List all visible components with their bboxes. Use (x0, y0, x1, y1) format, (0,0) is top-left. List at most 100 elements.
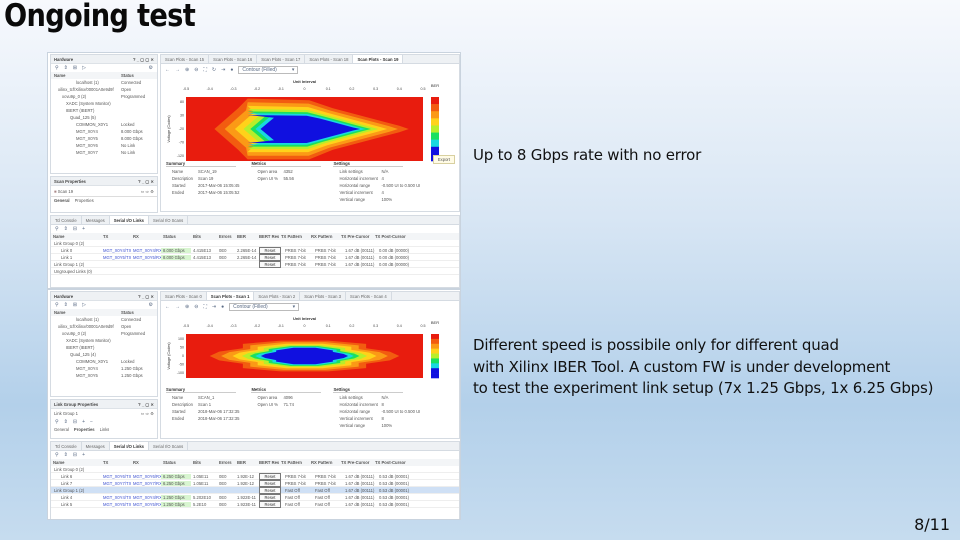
tab[interactable]: Messages (82, 442, 110, 450)
add-icon[interactable]: + (82, 452, 85, 458)
tab-links[interactable]: Links (100, 427, 110, 432)
group-icon[interactable]: ⊟ (73, 452, 77, 458)
collapse-icon[interactable]: ⇕ (64, 302, 68, 308)
pattern-select[interactable]: Fast Off (313, 502, 343, 507)
group-icon[interactable]: ⊟ (73, 419, 77, 425)
remove-icon[interactable]: − (90, 419, 93, 425)
reset-button[interactable]: Reset (259, 472, 281, 480)
tab[interactable]: Tcl Console (51, 442, 82, 450)
search-icon[interactable]: ⚲ (55, 419, 59, 425)
expand-icon[interactable]: ⊞ (73, 302, 77, 308)
tab[interactable]: Scan Plots - Scan 4 (346, 292, 392, 300)
column-header[interactable]: Name (51, 234, 101, 239)
add-icon[interactable]: + (82, 226, 85, 232)
tab-general[interactable]: General (54, 427, 69, 432)
tab[interactable]: Tcl Console (51, 216, 82, 224)
tree-row[interactable]: XADC (System Monitor) (51, 337, 157, 344)
column-header[interactable]: BERT Reset (257, 234, 279, 239)
pattern-select[interactable]: PRBS 7-bit (313, 255, 343, 260)
pattern-select[interactable]: PRBS 7-bit (283, 262, 313, 267)
panel-window-controls[interactable]: ? _ ▢ ✕ (138, 294, 154, 299)
table-row[interactable]: Link 6 MGT_X0Y6/TX MGT_X0Y6/RX 6.250 Gbps 1.… (51, 472, 459, 480)
reset-button[interactable]: Reset (259, 493, 281, 501)
pattern-select[interactable]: Fast Off (313, 488, 343, 493)
settings-icon[interactable]: ⚙ (149, 65, 153, 71)
search-icon[interactable]: ⚲ (55, 65, 59, 71)
run-icon[interactable]: ▷ (82, 302, 86, 308)
tree-row[interactable]: COMMON_X0Y1 Locked (51, 358, 157, 365)
fit-icon[interactable]: ⛶ (203, 304, 207, 310)
pattern-select[interactable]: PRBS 7-bit (283, 481, 313, 486)
pattern-select[interactable]: 1.67 dB (00111) (343, 262, 377, 267)
nav-arrows[interactable]: ⇦ ⇨ ⚙ (141, 189, 157, 194)
tab[interactable]: Messages (82, 216, 110, 224)
tree-row[interactable]: localhost (1) Connected (51, 316, 157, 323)
tab[interactable]: Scan Plots - Scan 18 (305, 55, 354, 63)
tree-row[interactable]: Quad_125 (4) (51, 351, 157, 358)
table-row[interactable]: Link 0 MGT_X0Y4/TX MGT_X0Y4/RX 8.000 Gbps 4.… (51, 246, 459, 254)
tree-row[interactable]: MGT_X0Y7 No Link (51, 149, 157, 156)
collapse-icon[interactable]: ⇕ (64, 226, 68, 232)
tree-row[interactable]: XADC (System Monitor) (51, 100, 157, 107)
table-row[interactable]: Link 7 MGT_X0Y7/TX MGT_X0Y7/RX 6.250 Gbps 1.… (51, 479, 459, 487)
fit-icon[interactable]: ⛶ (203, 67, 207, 73)
table-row[interactable]: Link Group 0 (2) (51, 466, 459, 473)
export-button[interactable]: Export (432, 155, 455, 164)
zoom-in-icon[interactable]: ⊕ (185, 67, 189, 73)
tab-properties[interactable]: Properties (75, 198, 94, 203)
reset-button[interactable]: Reset (259, 479, 281, 487)
forward-icon[interactable]: → (175, 304, 180, 310)
panel-window-controls[interactable]: ? _ ▢ ✕ (138, 179, 154, 184)
pattern-select[interactable]: PRBS 7-bit (313, 481, 343, 486)
zoom-out-icon[interactable]: ⊖ (194, 67, 198, 73)
column-header[interactable]: TX Pre-Cursor (339, 460, 373, 465)
table-row[interactable]: Link Group 1 (2) Reset PRBS 7-bit PRBS 7-bi… (51, 260, 459, 268)
tree-row[interactable]: xilinx_tcf/Xilinx/00001A0e9d9f Open (51, 86, 157, 93)
pattern-select[interactable]: PRBS 7-bit (313, 474, 343, 479)
tab[interactable]: Scan Plots - Scan 3 (300, 292, 346, 300)
tree-row[interactable]: MGT_X0Y4 8.000 Gbps (51, 128, 157, 135)
column-header[interactable]: Status (161, 460, 191, 465)
pattern-select[interactable]: PRBS 7-bit (283, 255, 313, 260)
pattern-select[interactable]: PRBS 7-bit (283, 474, 313, 479)
forward-icon[interactable]: → (175, 67, 180, 73)
tree-row[interactable]: MGT_X0Y5 1.250 Gbps (51, 372, 157, 379)
column-header[interactable]: BERT Reset (257, 460, 279, 465)
pattern-select[interactable]: 1.67 dB (00111) (343, 481, 377, 486)
table-row[interactable]: Link 5 MGT_X0Y5/TX MGT_X0Y5/RX 1.250 Gbps 5.… (51, 500, 459, 508)
collapse-icon[interactable]: ⇕ (64, 452, 68, 458)
col-name[interactable]: Name (51, 310, 121, 315)
column-header[interactable]: Errors (217, 234, 235, 239)
export-icon[interactable]: ⇥ (221, 67, 225, 73)
table-row[interactable]: Link 4 MGT_X0Y4/TX MGT_X0Y4/RX 1.250 Gbps 5.… (51, 493, 459, 501)
panel-window-controls[interactable]: ? _ ▢ ✕ (138, 402, 154, 407)
column-header[interactable]: TX Post-Cursor (373, 234, 407, 239)
col-name[interactable]: Name (51, 73, 121, 78)
column-header[interactable]: RX Pattern (309, 460, 339, 465)
pattern-select[interactable]: 1.67 dB (00111) (343, 474, 377, 479)
group-icon[interactable]: ⊟ (73, 226, 77, 232)
pattern-select[interactable]: Fast Off (313, 495, 343, 500)
pattern-select[interactable]: Fast Off (283, 502, 313, 507)
tab[interactable]: Serial I/O Links (109, 442, 150, 450)
tab[interactable]: Scan Plots - Scan 15 (161, 55, 210, 63)
tab[interactable]: Serial I/O Scans (149, 442, 189, 450)
pattern-select[interactable]: 1.67 dB (00111) (343, 255, 377, 260)
tree-row[interactable]: MGT_X0Y6 No Link (51, 142, 157, 149)
zoom-out-icon[interactable]: ⊖ (194, 304, 198, 310)
pattern-select[interactable]: PRBS 7-bit (313, 262, 343, 267)
pattern-select[interactable]: 1.67 dB (00111) (343, 248, 377, 253)
expand-icon[interactable]: ⊞ (73, 65, 77, 71)
table-row[interactable]: Ungrouped Links (0) (51, 268, 459, 275)
collapse-icon[interactable]: ⇕ (64, 419, 68, 425)
pattern-select[interactable]: 1.67 dB (00111) (343, 502, 377, 507)
tab[interactable]: Scan Plots - Scan 2 (254, 292, 301, 300)
pattern-select[interactable]: Fast Off (283, 488, 313, 493)
column-header[interactable]: RX Pattern (309, 234, 339, 239)
column-header[interactable]: Status (161, 234, 191, 239)
plot-type-select[interactable]: Contour (Filled) ▾ (238, 65, 299, 74)
back-icon[interactable]: ← (165, 67, 170, 73)
tab[interactable]: Serial I/O Links (109, 216, 150, 224)
tree-row[interactable]: xcvu9p_0 (2) Programmed (51, 330, 157, 337)
column-header[interactable]: TX Pre-Cursor (339, 234, 373, 239)
